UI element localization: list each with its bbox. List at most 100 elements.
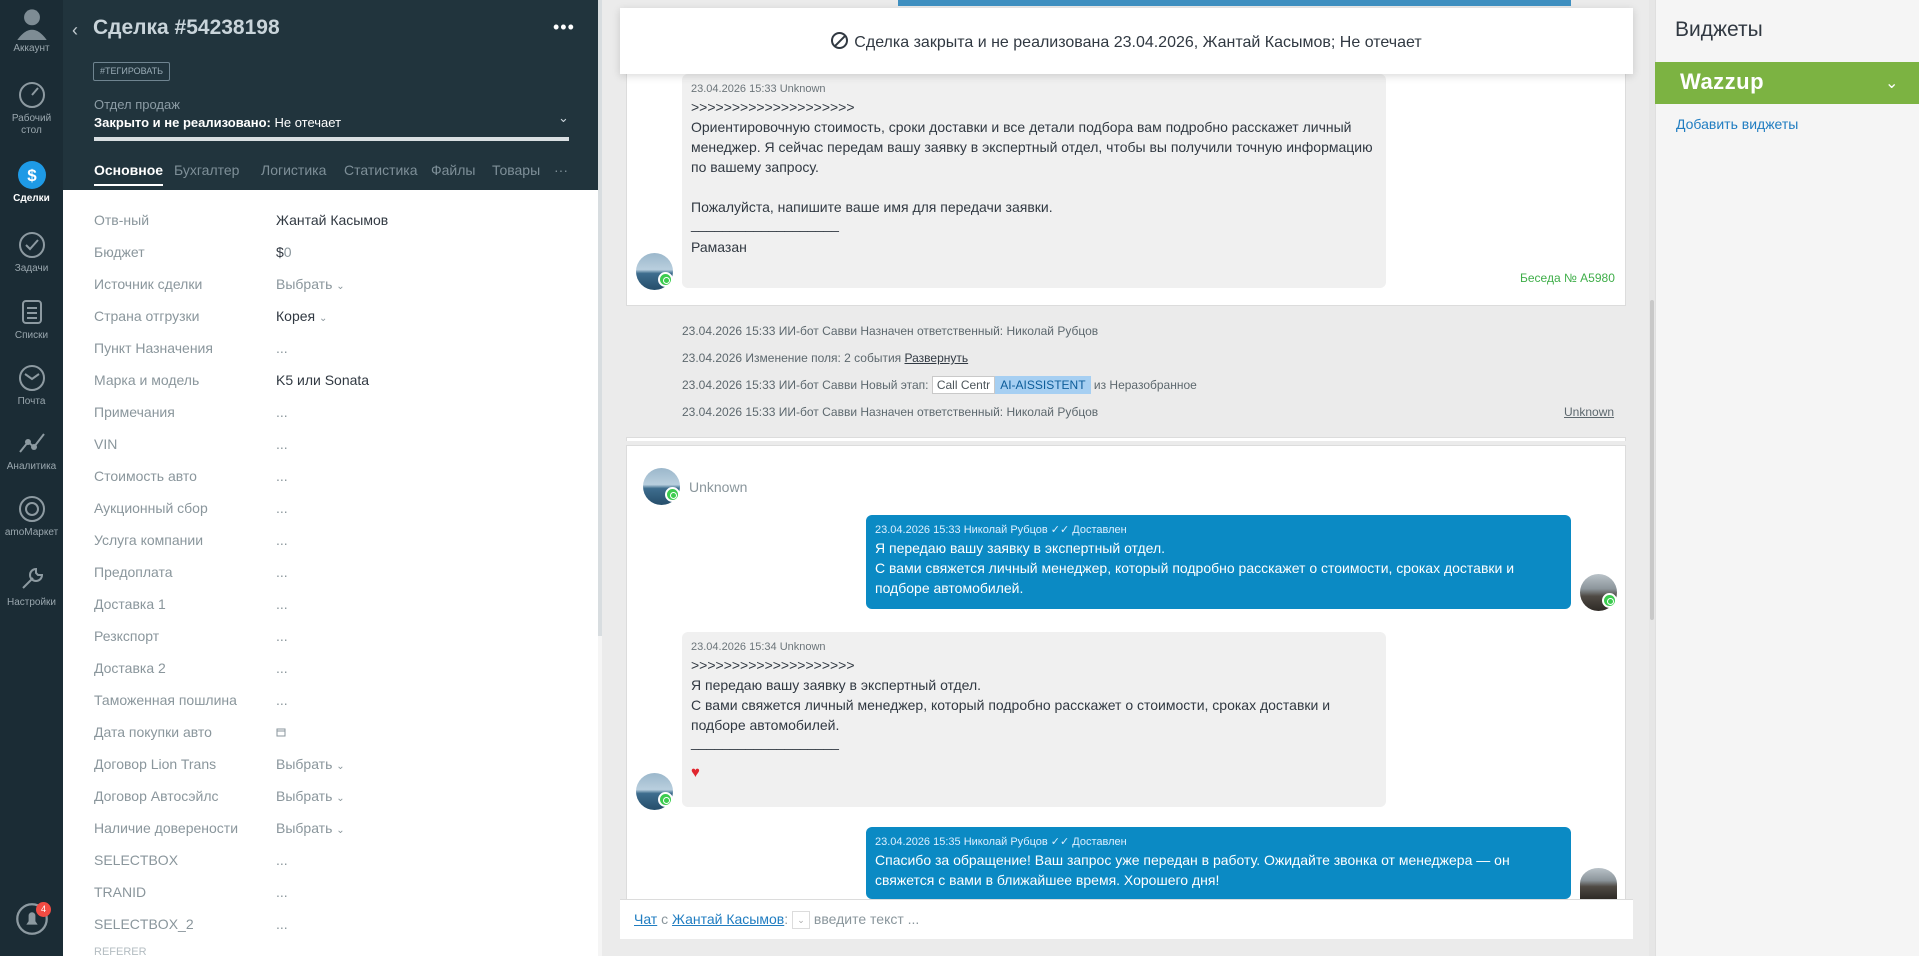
- field-value-vin[interactable]: ...: [276, 436, 288, 452]
- message-arrows: >>>>>>>>>>>>>>>>>>>>: [691, 99, 855, 115]
- svg-text:$: $: [27, 166, 37, 185]
- country-select: Корея: [276, 308, 316, 324]
- field-value-budget[interactable]: $0: [276, 244, 292, 260]
- field-value-customs[interactable]: ...: [276, 692, 288, 708]
- expand-link[interactable]: Развернуть: [905, 351, 969, 365]
- field-label-destination: Пункт Назначения: [94, 340, 213, 356]
- tab-files[interactable]: Файлы: [431, 162, 475, 178]
- nav-item-dashboard[interactable]: Рабочий стол: [0, 80, 63, 137]
- nav-label-tasks: Задачи: [14, 263, 49, 274]
- tab-accounting[interactable]: Бухгалтер: [174, 162, 239, 178]
- event-assigned-2: 23.04.2026 15:33 ИИ-бот Савви Назначен о…: [682, 405, 1099, 419]
- message-text-2: С вами свяжется личный менеджер, который…: [691, 697, 1331, 733]
- status-select[interactable]: Закрыто и не реализовано: Не отечает: [94, 115, 341, 130]
- back-arrow-icon[interactable]: ‹: [72, 20, 78, 41]
- message-text: Ориентировочную стоимость, сроки доставк…: [691, 119, 1373, 175]
- tab-statistics[interactable]: Статистика: [344, 162, 418, 178]
- chat-block-stack-edge: [626, 437, 1626, 441]
- message-meta: 23.04.2026 15:34 Unknown: [691, 641, 826, 653]
- message-divider: ___________________: [691, 734, 839, 750]
- tab-logistics[interactable]: Логистика: [261, 162, 326, 178]
- field-value-power-of-attorney[interactable]: Выбрать ⌄: [276, 820, 345, 836]
- message-outgoing: 23.04.2026 15:33 Николай Рубцов ✓✓ Доста…: [866, 515, 1571, 609]
- nav-item-settings[interactable]: Настройки: [0, 564, 63, 609]
- field-value-purchase-date[interactable]: [276, 724, 286, 740]
- wazzup-widget[interactable]: Wazzup: [1655, 62, 1919, 104]
- field-value-auction-fee[interactable]: ...: [276, 500, 288, 516]
- nav-item-deals[interactable]: $ Сделки: [0, 160, 63, 205]
- message-text: Спасибо за обращение! Ваш запрос уже пер…: [875, 852, 1510, 888]
- chevron-down-icon: ⌄: [336, 825, 345, 836]
- nav-item-tasks[interactable]: Задачи: [0, 230, 63, 275]
- chat-header-name: Unknown: [689, 479, 748, 495]
- chat-type-link[interactable]: Чат: [634, 911, 657, 927]
- nav-item-notifications[interactable]: 4: [0, 902, 63, 942]
- field-value-responsible[interactable]: Жантай Касымов: [276, 212, 388, 228]
- field-value-selectbox-2[interactable]: ...: [276, 916, 288, 932]
- field-value-country[interactable]: Корея ⌄: [276, 308, 327, 324]
- field-value-reexport[interactable]: ...: [276, 628, 288, 644]
- field-value-tranid[interactable]: ...: [276, 884, 288, 900]
- chat-input-bar[interactable]: Чат с Жантай Касымов: ⌄ введите текст ..…: [620, 899, 1633, 939]
- field-value-model[interactable]: K5 или Sonata: [276, 372, 369, 388]
- banner-top-strip: [898, 0, 1571, 6]
- chevron-down-icon[interactable]: ⌄: [1885, 73, 1898, 93]
- field-label-car-price: Стоимость авто: [94, 468, 197, 484]
- nav-item-account[interactable]: Аккаунт: [0, 6, 63, 55]
- attorney-select: Выбрать: [276, 820, 333, 836]
- field-value-selectbox[interactable]: ...: [276, 852, 288, 868]
- field-value-delivery-1[interactable]: ...: [276, 596, 288, 612]
- add-widgets-link[interactable]: Добавить виджеты: [1676, 116, 1798, 132]
- pipeline-name: Отдел продаж: [94, 97, 180, 112]
- more-options-icon[interactable]: •••: [553, 17, 575, 38]
- chat-contact-link[interactable]: Жантай Касымов: [672, 911, 784, 927]
- field-value-destination[interactable]: ...: [276, 340, 288, 356]
- nav-item-analytics[interactable]: Аналитика: [0, 428, 63, 473]
- field-value-delivery-2[interactable]: ...: [276, 660, 288, 676]
- nav-label-analytics: Аналитика: [6, 461, 57, 472]
- nav-label-mail: Почта: [17, 396, 46, 407]
- nav-item-mail[interactable]: Почта: [0, 363, 63, 408]
- field-value-source[interactable]: Выбрать ⌄: [276, 276, 345, 292]
- market-icon: [18, 496, 45, 522]
- tab-main[interactable]: Основное: [94, 162, 164, 186]
- field-label-auction-fee: Аукционный сбор: [94, 500, 208, 516]
- field-value-company-service[interactable]: ...: [276, 532, 288, 548]
- chat-message-input[interactable]: введите текст ...: [814, 911, 919, 927]
- nav-item-lists[interactable]: Списки: [0, 297, 63, 342]
- status-name: Закрыто и не реализовано:: [94, 115, 271, 130]
- mail-icon: [18, 365, 45, 391]
- message-meta-text: 23.04.2026 15:33 Николай Рубцов: [875, 524, 1048, 536]
- field-label-autosales: Договор Автосэйлс: [94, 788, 219, 804]
- tag-button[interactable]: #ТЕГИРОВАТЬ: [93, 62, 171, 81]
- conversation-label[interactable]: Беседа № А5980: [1520, 271, 1615, 285]
- chat-with-text: с: [661, 911, 669, 927]
- field-value-car-price[interactable]: ...: [276, 468, 288, 484]
- tab-products[interactable]: Товары: [492, 162, 540, 178]
- feed-scrollbar-thumb[interactable]: [1650, 300, 1654, 620]
- field-value-notes[interactable]: ...: [276, 404, 288, 420]
- tabs-more-button[interactable]: ···: [554, 162, 568, 178]
- event-new-stage: 23.04.2026 15:33 ИИ-бот Савви Новый этап…: [682, 376, 1197, 394]
- field-label-country: Страна отгрузки: [94, 308, 200, 324]
- source-select: Выбрать: [276, 276, 333, 292]
- whatsapp-icon: [658, 272, 673, 287]
- message-meta-text: 23.04.2026 15:35 Николай Рубцов: [875, 836, 1048, 848]
- field-value-autosales[interactable]: Выбрать ⌄: [276, 788, 345, 804]
- stage-to-pill: AI-AISSISTENT: [995, 376, 1091, 394]
- field-label-delivery-2: Доставка 2: [94, 660, 166, 676]
- tasks-icon: [18, 232, 45, 258]
- field-value-lion-trans[interactable]: Выбрать ⌄: [276, 756, 345, 772]
- deals-icon: $: [17, 161, 46, 189]
- field-label-reexport: Резкспорт: [94, 628, 160, 644]
- event-author-link[interactable]: Unknown: [1564, 405, 1614, 419]
- chat-chevron-icon[interactable]: ⌄: [792, 911, 811, 930]
- closed-deal-banner: Сделка закрыта и не реализована 23.04.20…: [620, 8, 1633, 74]
- nav-item-market[interactable]: amoМаркет: [0, 494, 63, 539]
- message-text: Я передаю вашу заявку в экспертный отдел…: [875, 540, 1166, 556]
- field-value-prepayment[interactable]: ...: [276, 564, 288, 580]
- chevron-down-icon: ⌄: [319, 313, 328, 324]
- field-label-tranid: TRANID: [94, 884, 147, 900]
- delivery-status: Доставлен: [1072, 524, 1127, 536]
- chevron-down-icon[interactable]: ⌄: [558, 110, 569, 126]
